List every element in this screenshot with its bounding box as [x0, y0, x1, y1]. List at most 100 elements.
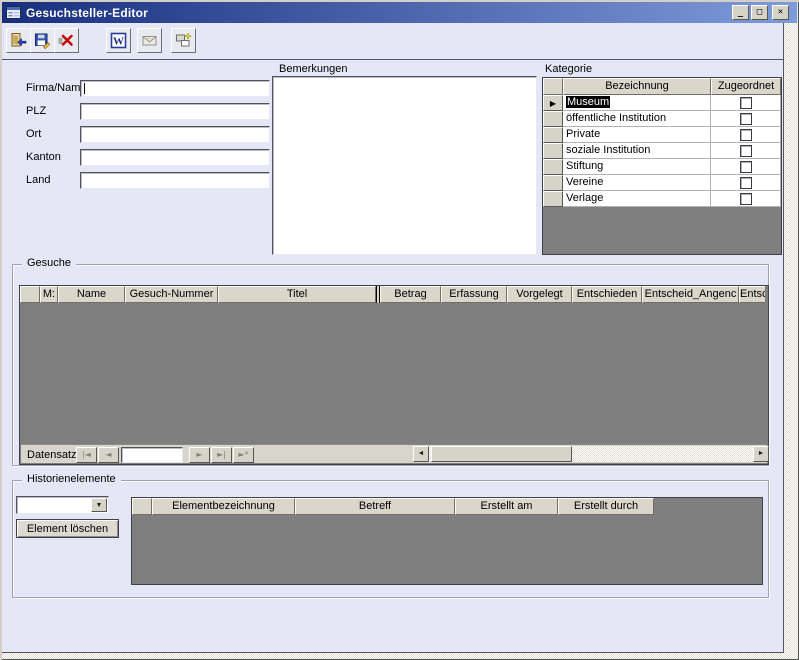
zugeordnet-checkbox[interactable]	[740, 161, 752, 173]
firma-name-input[interactable]	[80, 80, 270, 97]
bemerkungen-label: Bemerkungen	[279, 63, 348, 77]
new-element-button[interactable]	[171, 28, 196, 53]
historien-col-betreff[interactable]: Betreff	[295, 498, 455, 515]
gesuche-header-row: M: Name Gesuch-Nummer Titel Betrag Erfas…	[20, 286, 768, 303]
gesuche-col-entschieden[interactable]: Entschieden	[572, 286, 642, 303]
gesuche-record-navigation: Datensatz: |◄ ◄ ► ►| ►* ◄ ►	[21, 444, 767, 463]
toolbar-divider	[2, 59, 783, 61]
titlebar[interactable]: Gesuchsteller-Editor _ □ ✕	[2, 2, 797, 23]
save-button[interactable]	[30, 28, 55, 53]
kategorie-cell-bezeichnung[interactable]: Verlage	[563, 191, 711, 207]
scrollbar-thumb[interactable]	[431, 446, 572, 462]
gesuche-col-vorgelegt[interactable]: Vorgelegt	[507, 286, 572, 303]
historien-col-erstellt-durch[interactable]: Erstellt durch	[558, 498, 654, 515]
gesuchsteller-editor-window: Gesuchsteller-Editor _ □ ✕	[0, 0, 799, 660]
record-selector[interactable]	[543, 143, 563, 159]
record-selector[interactable]	[543, 191, 563, 207]
gesuche-col-name[interactable]: Name	[58, 286, 125, 303]
kategorie-row[interactable]: Verlage	[543, 191, 781, 207]
kategorie-cell-zugeordnet	[711, 127, 781, 143]
zugeordnet-checkbox[interactable]	[740, 129, 752, 141]
first-record-button[interactable]: |◄	[76, 447, 97, 463]
kategorie-cell-bezeichnung[interactable]: Private	[563, 127, 711, 143]
zugeordnet-checkbox[interactable]	[740, 97, 752, 109]
kategorie-cell-bezeichnung[interactable]: Museum	[563, 95, 711, 111]
field-label-plz: PLZ	[26, 105, 46, 119]
gesuche-col-m[interactable]: M:	[40, 286, 58, 303]
gesuche-col-titel[interactable]: Titel	[218, 286, 376, 303]
historien-datasheet: Elementbezeichnung Betreff Erstellt am E…	[131, 497, 763, 585]
gesuche-col-betrag[interactable]: Betrag	[380, 286, 441, 303]
exit-door-icon	[10, 32, 27, 49]
last-record-button[interactable]: ►|	[211, 447, 232, 463]
new-window-icon	[175, 32, 192, 49]
ort-input[interactable]	[80, 126, 270, 143]
zugeordnet-checkbox[interactable]	[740, 113, 752, 125]
minimize-button[interactable]: _	[732, 5, 749, 20]
gesuche-col-gesuch-nummer[interactable]: Gesuch-Nummer	[125, 286, 218, 303]
save-record-icon	[34, 32, 51, 49]
kategorie-row[interactable]: ▶ Museum	[543, 95, 781, 111]
field-label-ort: Ort	[26, 128, 41, 142]
kategorie-datasheet: Bezeichnung Zugeordnet ▶ Museum öffentli…	[542, 77, 782, 255]
historien-col-erstellt-am[interactable]: Erstellt am	[455, 498, 558, 515]
record-selector[interactable]	[543, 175, 563, 191]
historien-header-row: Elementbezeichnung Betreff Erstellt am E…	[132, 498, 762, 515]
kategorie-cell-zugeordnet	[711, 175, 781, 191]
kategorie-cell-bezeichnung[interactable]: öffentliche Institution	[563, 111, 711, 127]
close-button[interactable]: ✕	[772, 5, 789, 20]
gesuche-selector-header	[20, 286, 40, 303]
kategorie-row[interactable]: Private	[543, 127, 781, 143]
kategorie-cell-bezeichnung[interactable]: Vereine	[563, 175, 711, 191]
record-selector[interactable]	[543, 127, 563, 143]
gesuche-col-erfassung[interactable]: Erfassung	[441, 286, 507, 303]
gesuche-horizontal-scrollbar: ◄ ►	[413, 446, 769, 463]
kategorie-cell-zugeordnet	[711, 159, 781, 175]
exit-button[interactable]	[6, 28, 31, 53]
word-export-button[interactable]: W	[106, 28, 131, 53]
record-selector[interactable]	[543, 111, 563, 127]
historien-combobox[interactable]: ▼	[16, 496, 109, 514]
word-icon: W	[110, 32, 127, 49]
zugeordnet-checkbox[interactable]	[740, 177, 752, 189]
field-label-land: Land	[26, 174, 50, 188]
kategorie-col-bezeichnung[interactable]: Bezeichnung	[563, 78, 711, 95]
selected-text: Museum	[566, 96, 610, 108]
element-loeschen-button[interactable]: Element löschen	[16, 519, 119, 538]
next-record-button[interactable]: ►	[189, 447, 210, 463]
zugeordnet-checkbox[interactable]	[740, 193, 752, 205]
kanton-input[interactable]	[80, 149, 270, 166]
envelope-icon	[141, 32, 158, 49]
kategorie-cell-bezeichnung[interactable]: Stiftung	[563, 159, 711, 175]
mail-button[interactable]	[137, 28, 162, 53]
zugeordnet-checkbox[interactable]	[740, 145, 752, 157]
kategorie-row[interactable]: Vereine	[543, 175, 781, 191]
plz-input[interactable]	[80, 103, 270, 120]
delete-button[interactable]	[54, 28, 79, 53]
gesuche-col-entscheid-angenommen[interactable]: Entscheid_Angenc	[642, 286, 739, 303]
kategorie-cell-zugeordnet	[711, 191, 781, 207]
toolbar: W	[2, 23, 783, 59]
historien-col-elementbezeichnung[interactable]: Elementbezeichnung	[152, 498, 295, 515]
kategorie-label: Kategorie	[545, 63, 592, 77]
bemerkungen-textarea[interactable]	[272, 76, 537, 255]
kategorie-row[interactable]: öffentliche Institution	[543, 111, 781, 127]
kategorie-header-row: Bezeichnung Zugeordnet	[543, 78, 781, 95]
kategorie-row[interactable]: soziale Institution	[543, 143, 781, 159]
previous-record-button[interactable]: ◄	[98, 447, 119, 463]
maximize-button[interactable]: □	[751, 5, 768, 20]
window-vertical-scrollbar[interactable]	[784, 23, 798, 653]
kategorie-row[interactable]: Stiftung	[543, 159, 781, 175]
record-selector-arrow[interactable]: ▶	[543, 95, 563, 111]
record-selector[interactable]	[543, 159, 563, 175]
new-record-button[interactable]: ►*	[233, 447, 254, 463]
kategorie-col-zugeordnet[interactable]: Zugeordnet	[711, 78, 781, 95]
record-position-input[interactable]	[121, 447, 183, 463]
land-input[interactable]	[80, 172, 270, 189]
combobox-dropdown-icon[interactable]: ▼	[91, 498, 107, 512]
scroll-right-button[interactable]: ►	[753, 446, 769, 462]
scroll-left-button[interactable]: ◄	[413, 446, 429, 462]
access-form-icon	[6, 6, 21, 19]
gesuche-col-entsc[interactable]: Entsc	[739, 286, 765, 303]
kategorie-cell-bezeichnung[interactable]: soziale Institution	[563, 143, 711, 159]
